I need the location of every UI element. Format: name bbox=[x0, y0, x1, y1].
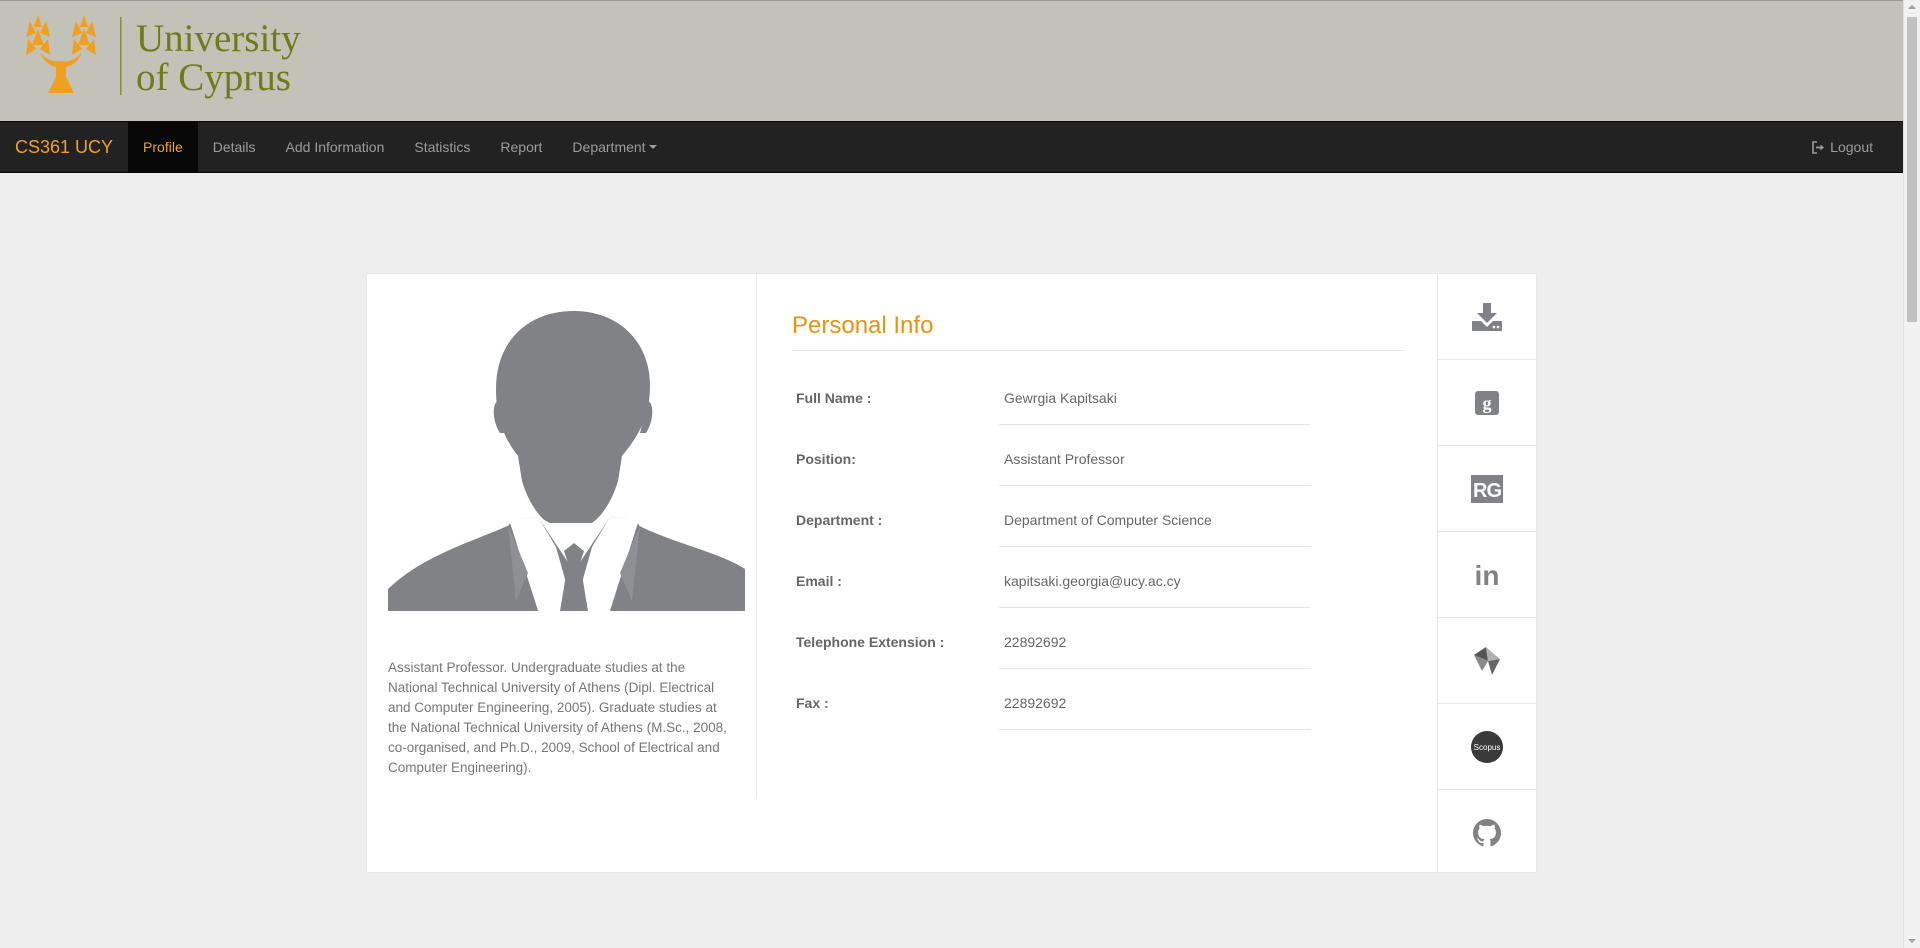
sign-out-icon bbox=[1812, 140, 1825, 154]
section-title: Personal Info bbox=[792, 312, 934, 339]
info-label: Fax : bbox=[796, 695, 829, 711]
svg-text:in: in bbox=[1475, 561, 1500, 589]
svg-text:RG: RG bbox=[1473, 480, 1501, 502]
university-logo[interactable] bbox=[26, 15, 141, 102]
info-value: 22892692 bbox=[1004, 634, 1067, 650]
university-name: University of Cyprus bbox=[136, 19, 301, 97]
info-value: Assistant Professor bbox=[1004, 451, 1125, 467]
logo-line-1: University bbox=[136, 17, 301, 60]
nav-item-add-information[interactable]: Add Information bbox=[271, 122, 400, 172]
logout-button[interactable]: Logout bbox=[1812, 122, 1873, 172]
row-divider bbox=[999, 607, 1311, 608]
svg-text:g: g bbox=[1483, 393, 1492, 413]
nav-item-department-dropdown[interactable]: Department bbox=[557, 122, 671, 172]
row-divider bbox=[999, 424, 1311, 425]
researchgate-icon: RG bbox=[1471, 474, 1503, 503]
google-scholar-button[interactable]: g bbox=[1438, 360, 1536, 446]
scroll-up-arrow-icon[interactable] bbox=[1908, 5, 1916, 9]
header-banner: University of Cyprus bbox=[0, 0, 1903, 121]
tree-logo-icon bbox=[26, 15, 122, 95]
researchgate-button[interactable]: RG bbox=[1438, 446, 1536, 532]
department-label: Department bbox=[572, 139, 646, 155]
info-label: Full Name : bbox=[796, 390, 872, 406]
linkedin-button[interactable]: in bbox=[1438, 532, 1536, 618]
info-value: kapitsaki.georgia@ucy.ac.cy bbox=[1004, 573, 1181, 589]
info-row-email: Email : kapitsaki.georgia@ucy.ac.cy bbox=[796, 561, 1396, 622]
info-label: Telephone Extension : bbox=[796, 634, 945, 650]
nav-item-profile[interactable]: Profile bbox=[128, 122, 198, 172]
profile-left-column: Assistant Professor. Undergraduate studi… bbox=[367, 274, 757, 797]
navbar-brand[interactable]: CS361 UCY bbox=[0, 122, 128, 172]
row-divider bbox=[999, 546, 1311, 547]
info-row-department: Department : Department of Computer Scie… bbox=[796, 500, 1396, 561]
info-value: Department of Computer Science bbox=[1004, 512, 1212, 528]
person-silhouette-icon bbox=[388, 311, 745, 611]
download-button[interactable] bbox=[1438, 274, 1536, 360]
info-label: Email : bbox=[796, 573, 842, 589]
logout-label: Logout bbox=[1830, 139, 1873, 155]
github-button[interactable] bbox=[1438, 790, 1536, 875]
row-divider bbox=[999, 729, 1311, 730]
nav-item-report[interactable]: Report bbox=[485, 122, 557, 172]
dblp-icon bbox=[1474, 646, 1500, 675]
scopus-button[interactable]: Scopus bbox=[1438, 704, 1536, 790]
row-divider bbox=[999, 668, 1311, 669]
google-scholar-icon: g bbox=[1475, 390, 1499, 415]
info-value: Gewrgia Kapitsaki bbox=[1004, 390, 1117, 406]
caret-down-icon bbox=[648, 145, 657, 149]
profile-bio: Assistant Professor. Undergraduate studi… bbox=[388, 660, 727, 775]
linkedin-icon: in bbox=[1475, 561, 1500, 589]
scopus-icon: Scopus bbox=[1471, 730, 1503, 763]
social-links-column: g RG in Scopus bbox=[1437, 274, 1536, 872]
info-row-fax: Fax : 22892692 bbox=[796, 683, 1396, 744]
section-divider bbox=[792, 350, 1404, 351]
info-label: Department : bbox=[796, 512, 883, 528]
main-navbar: CS361 UCY Profile Details Add Informatio… bbox=[0, 121, 1903, 173]
dblp-button[interactable] bbox=[1438, 618, 1536, 704]
download-icon bbox=[1472, 302, 1502, 331]
github-icon bbox=[1473, 818, 1501, 846]
info-row-telephone: Telephone Extension : 22892692 bbox=[796, 622, 1396, 683]
profile-card: Assistant Professor. Undergraduate studi… bbox=[367, 274, 1536, 872]
info-row-position: Position: Assistant Professor bbox=[796, 439, 1396, 500]
info-value: 22892692 bbox=[1004, 695, 1067, 711]
info-label: Position: bbox=[796, 451, 856, 467]
logo-line-2: of Cyprus bbox=[136, 56, 291, 99]
nav-item-details[interactable]: Details bbox=[198, 122, 271, 172]
page-scrollbar[interactable] bbox=[1903, 0, 1920, 948]
scrollbar-thumb[interactable] bbox=[1907, 17, 1917, 322]
nav-item-statistics[interactable]: Statistics bbox=[399, 122, 485, 172]
row-divider bbox=[999, 485, 1311, 486]
info-row-full-name: Full Name : Gewrgia Kapitsaki bbox=[796, 378, 1396, 439]
svg-text:Scopus: Scopus bbox=[1474, 743, 1501, 752]
scroll-down-arrow-icon[interactable] bbox=[1908, 939, 1916, 943]
